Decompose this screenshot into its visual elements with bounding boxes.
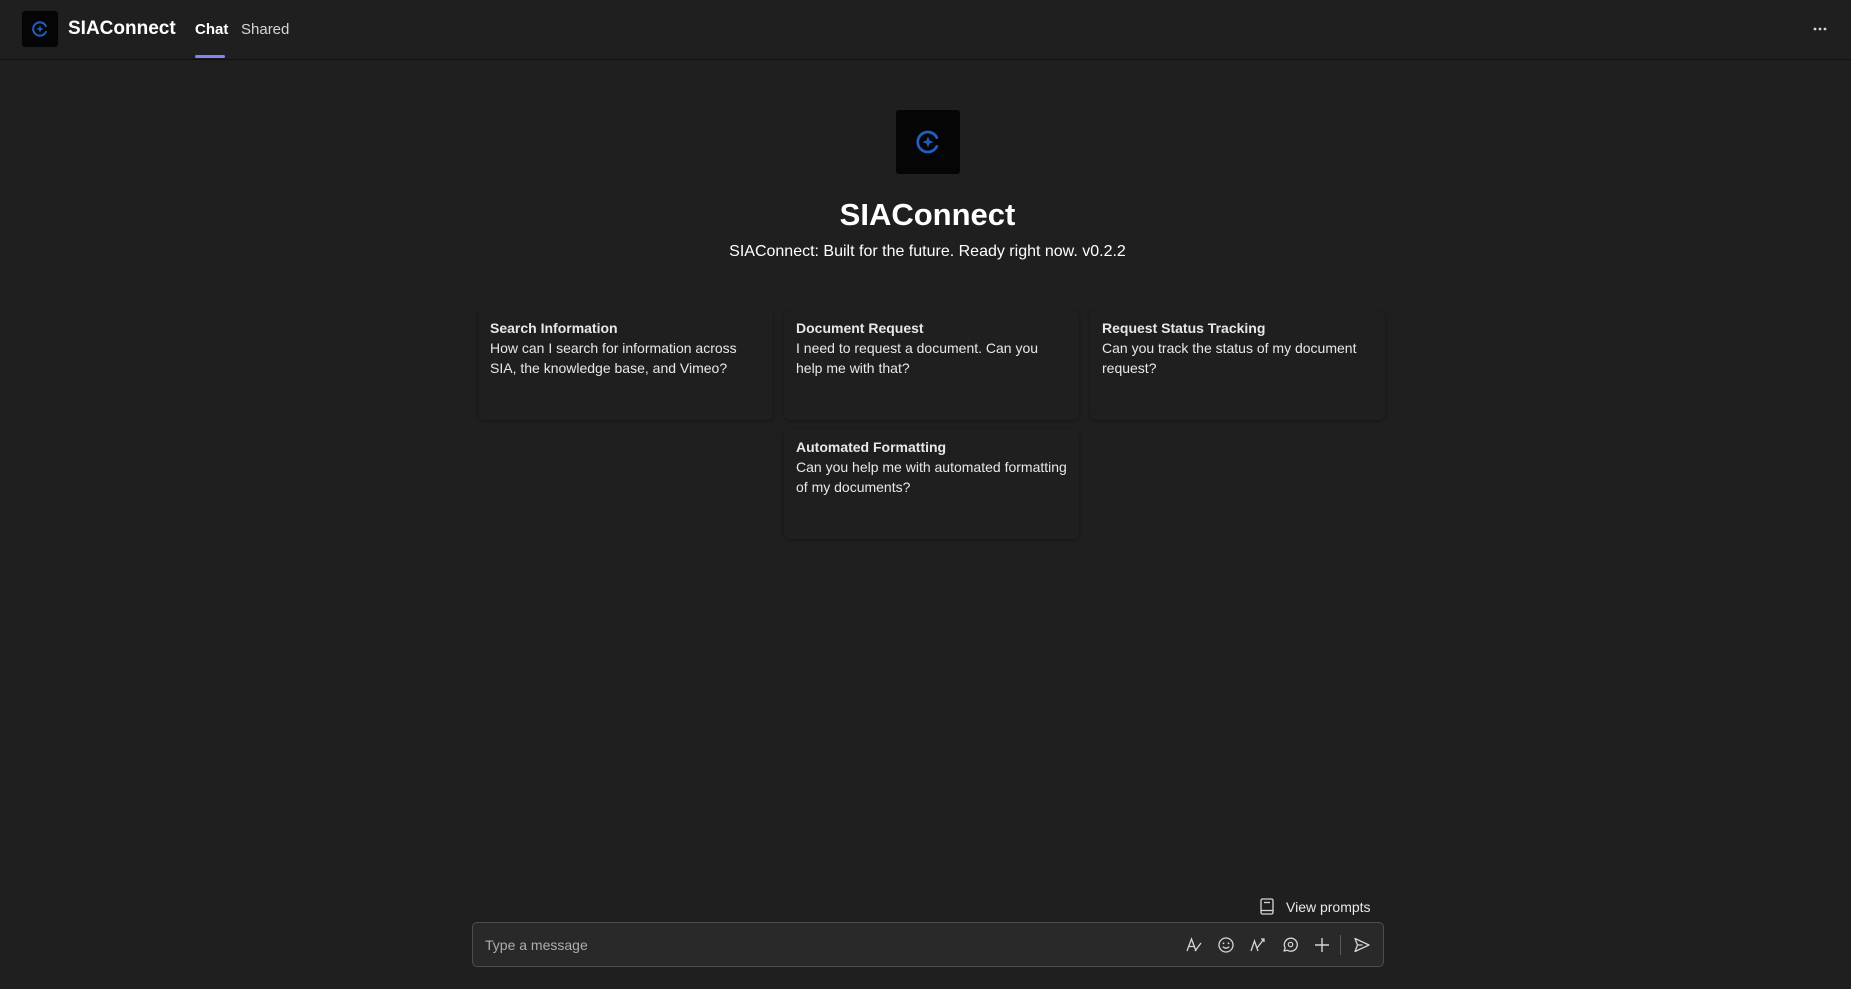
send-icon [1354, 937, 1370, 953]
more-options-button[interactable] [1807, 18, 1833, 40]
sticker-icon [1250, 938, 1265, 952]
loop-button[interactable] [1279, 934, 1301, 956]
hero-subtitle: SIAConnect: Built for the future. Ready … [729, 243, 1126, 260]
emoji-button[interactable] [1215, 934, 1237, 956]
prompt-card-description: Can you track the status of my document … [1102, 340, 1357, 376]
tab-shared[interactable]: Shared [241, 20, 289, 40]
prompt-card-request-status-tracking[interactable]: Request Status Tracking Can you track th… [1090, 310, 1385, 420]
hero-logo-icon [896, 110, 960, 174]
add-button[interactable] [1311, 934, 1333, 956]
prompt-card-title: Search Information [490, 320, 618, 336]
view-prompts-label: View prompts [1286, 899, 1371, 915]
tab-chat[interactable]: Chat [195, 20, 228, 40]
prompt-card-search-information[interactable]: Search Information How can I search for … [478, 310, 773, 420]
loop-icon [1283, 937, 1298, 952]
format-icon [1186, 937, 1202, 952]
prompts-book-icon [1260, 898, 1276, 916]
siaconnect-logo-icon[interactable] [22, 11, 58, 47]
prompt-card-automated-formatting[interactable]: Automated Formatting Can you help me wit… [784, 429, 1079, 539]
send-button[interactable] [1351, 934, 1373, 956]
sticker-button[interactable] [1247, 934, 1269, 956]
message-input[interactable] [485, 923, 1125, 966]
prompt-card-description: How can I search for information across … [490, 340, 737, 376]
prompt-card-description: Can you help me with automated formattin… [796, 459, 1067, 495]
toolbar-divider [1340, 935, 1341, 955]
view-prompts-button[interactable]: View prompts [1260, 897, 1371, 917]
app-root: SIAConnect Chat Shared SIAConnect SIACon… [0, 0, 1851, 989]
hero-title: SIAConnect [839, 197, 1016, 232]
prompt-card-title: Document Request [796, 320, 924, 336]
prompt-card-title: Automated Formatting [796, 439, 947, 455]
format-button[interactable] [1183, 934, 1205, 956]
more-horizontal-icon [1813, 27, 1827, 31]
prompt-card-document-request[interactable]: Document Request I need to request a doc… [784, 310, 1079, 420]
app-title: SIAConnect [68, 18, 176, 39]
app-header: SIAConnect Chat Shared [0, 0, 1851, 60]
message-composer [472, 922, 1384, 967]
emoji-icon [1218, 937, 1234, 953]
active-tab-indicator [195, 55, 225, 58]
prompt-card-title: Request Status Tracking [1102, 320, 1266, 336]
prompt-card-description: I need to request a document. Can you he… [796, 340, 1039, 376]
add-icon [1315, 938, 1329, 952]
